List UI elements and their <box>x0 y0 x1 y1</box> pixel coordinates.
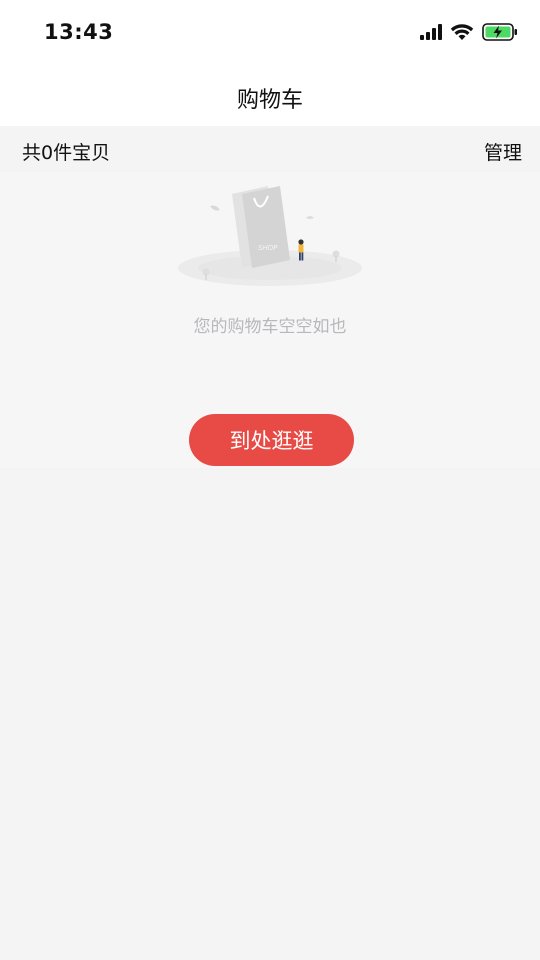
nav-bar: 购物车 <box>0 66 540 126</box>
status-bar: 13:43 <box>0 0 540 66</box>
page-title: 购物车 <box>236 88 303 113</box>
go-shopping-button[interactable]: 到处逛逛 <box>189 414 354 466</box>
status-icons <box>420 22 518 46</box>
status-time: 13:43 <box>44 20 114 44</box>
manage-button[interactable]: 管理 <box>484 138 522 165</box>
wifi-icon <box>450 23 474 45</box>
empty-cart-message: 您的购物车空空如也 <box>193 317 347 337</box>
cart-subheader: 共0件宝贝 管理 <box>0 126 540 172</box>
bag-shop-text: SHOP <box>258 244 278 252</box>
signal-icon <box>420 24 442 44</box>
battery-charging-icon <box>482 23 518 45</box>
empty-cart-illustration: SHOP <box>170 176 370 288</box>
cart-item-count: 共0件宝贝 <box>22 142 111 164</box>
